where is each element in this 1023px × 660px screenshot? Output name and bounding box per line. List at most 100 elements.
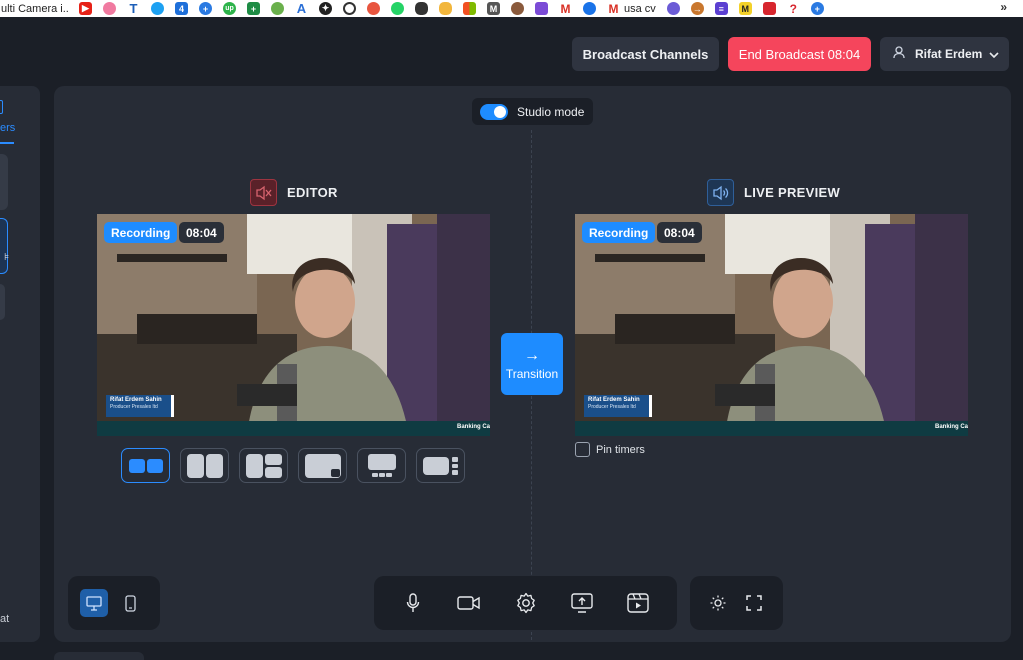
- layout-sidebar-icon: [422, 456, 458, 475]
- avatar-bookmark-icon[interactable]: [511, 2, 524, 15]
- microphone-icon: [406, 593, 420, 612]
- upwork-bookmark-icon[interactable]: up: [223, 2, 236, 15]
- end-broadcast-button[interactable]: End Broadcast 08:04: [728, 37, 871, 71]
- brain-bookmark-icon[interactable]: [103, 2, 116, 15]
- question-bookmark-icon[interactable]: ?: [786, 2, 800, 16]
- more-bookmarks-button[interactable]: »: [1000, 0, 1007, 14]
- red-bookmark-icon[interactable]: [367, 2, 380, 15]
- sidebar-bottom-label[interactable]: at: [0, 613, 9, 625]
- gear-bookmark-icon[interactable]: [666, 2, 680, 15]
- layout-grid-icon: [245, 453, 282, 478]
- speaker-muted-icon[interactable]: [250, 179, 277, 206]
- media-clip-button[interactable]: [621, 585, 655, 621]
- ticker-banner[interactable]: Banking Ca: [97, 421, 490, 436]
- live-video-preview[interactable]: Recording 08:04 Rifat Erdem Sahin Produc…: [575, 214, 968, 436]
- twitter-bookmark-icon[interactable]: [151, 2, 164, 15]
- leaf-bookmark-icon[interactable]: [271, 2, 284, 15]
- bookmarks-bar: ulti Camera i... ▶ T 4 + up + A ✦ M M M …: [0, 0, 1023, 17]
- text-format-icon: ⊧: [4, 252, 10, 263]
- sidebar-card[interactable]: [0, 284, 5, 320]
- bookmark-tab-title[interactable]: ulti Camera i...: [0, 3, 68, 15]
- yellow-bookmark-icon[interactable]: [439, 2, 452, 15]
- add-bookmark-icon[interactable]: +: [810, 2, 824, 15]
- layout-sidebar-button[interactable]: [416, 448, 465, 483]
- live-preview-header: LIVE PREVIEW: [707, 179, 840, 206]
- t-bookmark-icon[interactable]: T: [127, 1, 140, 16]
- circle-bookmark-icon[interactable]: [343, 2, 356, 15]
- purple-bookmark-icon[interactable]: [535, 2, 548, 15]
- calendar-bookmark-icon[interactable]: 4: [175, 2, 188, 15]
- studio-panel: Studio mode EDITOR LIVE PREVIEW Recordin…: [54, 86, 1011, 642]
- layout-split-icon: [186, 453, 223, 478]
- broadcast-channels-button[interactable]: Broadcast Channels: [572, 37, 719, 71]
- camera-button[interactable]: [452, 585, 486, 621]
- layout-grid-button[interactable]: [239, 448, 288, 483]
- user-menu[interactable]: Rifat Erdem: [880, 37, 1009, 71]
- plus-bookmark-icon[interactable]: +: [199, 2, 212, 15]
- editor-header: EDITOR: [250, 179, 338, 206]
- whatsapp-bookmark-icon[interactable]: [391, 2, 404, 15]
- studio-mode-switch[interactable]: [480, 103, 508, 120]
- sun-icon: [710, 595, 726, 611]
- left-sidebar: ers ⊧ at: [0, 86, 40, 642]
- recording-timer: 08:04: [657, 222, 702, 243]
- miro-bookmark-icon[interactable]: M: [738, 2, 752, 15]
- sheets-bookmark-icon[interactable]: +: [247, 2, 260, 15]
- transition-label: Transition: [505, 366, 559, 381]
- gear-icon: [516, 592, 535, 614]
- layout-side-by-side-button[interactable]: [121, 448, 170, 483]
- brightness-button[interactable]: [704, 589, 732, 617]
- lower-third-subtitle: Producer Presales ltd: [588, 404, 636, 410]
- lower-third-name: Rifat Erdem Sahin: [588, 397, 640, 403]
- blue-circle-bookmark-icon[interactable]: [583, 2, 596, 15]
- camera-icon: [457, 596, 480, 610]
- layout-split-button[interactable]: [180, 448, 229, 483]
- layout-pip-button[interactable]: [298, 448, 347, 483]
- sidebar-card-selected[interactable]: [0, 218, 8, 274]
- chevron-down-icon: [989, 45, 999, 63]
- star-bookmark-icon[interactable]: ✦: [319, 2, 332, 15]
- bookmark-usa-cv[interactable]: usa cv: [624, 3, 656, 15]
- studio-mode-toggle[interactable]: Studio mode: [472, 98, 593, 125]
- microsoft-bookmark-icon[interactable]: [463, 2, 476, 15]
- arrow-right-icon: →: [524, 346, 540, 364]
- share-screen-button[interactable]: [565, 585, 599, 621]
- gmail-bookmark-icon[interactable]: M: [559, 2, 572, 16]
- m-bookmark-icon[interactable]: M: [487, 2, 500, 15]
- youtube-bookmark-icon[interactable]: ▶: [79, 2, 92, 15]
- ticker-banner: Banking Ca: [575, 421, 968, 436]
- pin-timers-checkbox[interactable]: [575, 442, 590, 457]
- a-bookmark-icon[interactable]: A: [295, 1, 308, 16]
- layout-thumbnails-button[interactable]: [357, 448, 406, 483]
- screen-share-icon: [571, 593, 593, 613]
- transition-button[interactable]: → Transition: [501, 333, 563, 395]
- speaker-icon[interactable]: [707, 179, 734, 206]
- sidebar-tab-icon[interactable]: [0, 100, 3, 114]
- desktop-view-button[interactable]: [80, 589, 108, 617]
- pin-timers-option[interactable]: Pin timers: [575, 442, 645, 457]
- dark-bookmark-icon[interactable]: [415, 2, 428, 15]
- layout-pip-icon: [304, 453, 341, 478]
- editor-title: EDITOR: [287, 185, 338, 200]
- user-name: Rifat Erdem: [915, 47, 983, 61]
- mobile-view-button[interactable]: [116, 589, 144, 617]
- studio-mode-label: Studio mode: [517, 104, 585, 119]
- fullscreen-button[interactable]: [740, 589, 768, 617]
- sidebar-tab-label[interactable]: ers: [0, 122, 15, 134]
- microphone-button[interactable]: [396, 585, 430, 621]
- arrow-bookmark-icon[interactable]: →: [690, 2, 704, 15]
- user-icon: [892, 45, 906, 64]
- mobile-icon: [124, 594, 136, 612]
- gmail-cv-bookmark-icon[interactable]: M: [607, 2, 620, 16]
- editor-video-preview[interactable]: Recording 08:04 Rifat Erdem Sahin Produc…: [97, 214, 490, 436]
- list-bookmark-icon[interactable]: ≡: [714, 2, 728, 15]
- media-controls-bar: [374, 576, 677, 630]
- ticker-text: Banking Ca: [456, 424, 490, 430]
- lower-third-banner[interactable]: Rifat Erdem Sahin Producer Presales ltd: [106, 395, 174, 417]
- flag-bookmark-icon[interactable]: [762, 2, 776, 15]
- settings-button[interactable]: [508, 585, 542, 621]
- lower-third-subtitle: Producer Presales ltd: [110, 404, 158, 410]
- sidebar-tab-indicator: [0, 142, 14, 144]
- layout-side-by-side-icon: [128, 458, 163, 473]
- sidebar-card[interactable]: [0, 154, 8, 210]
